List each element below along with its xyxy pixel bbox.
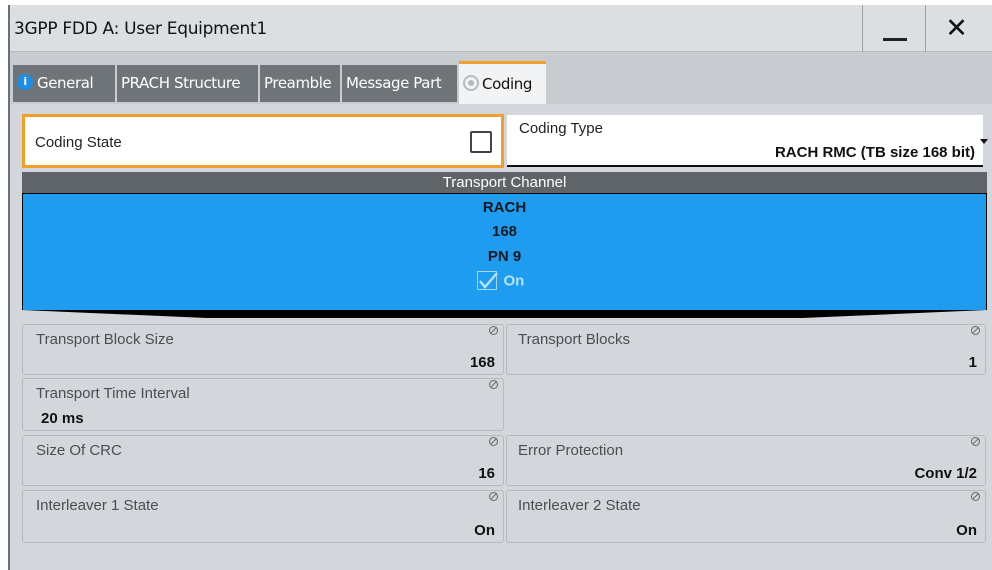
close-icon: ✕ (945, 13, 968, 43)
coding-type-label: Coding Type (519, 120, 603, 137)
tab-general-label: General (37, 74, 94, 92)
error-protection-label: Error Protection (518, 442, 624, 459)
minimize-icon (883, 38, 907, 41)
interleaver-2-state-field[interactable]: Interleaver 2 State On (506, 490, 986, 543)
size-of-crc-value: 16 (478, 465, 495, 482)
read-only-icon (971, 437, 980, 446)
transport-time-interval-label: Transport Time Interval (36, 385, 190, 402)
interleaver-1-state-label: Interleaver 1 State (36, 497, 159, 514)
transport-time-interval-value: 20 ms (41, 410, 84, 427)
transport-blocks-label: Transport Blocks (518, 331, 630, 348)
transport-block-size-field[interactable]: Transport Block Size 168 (22, 324, 504, 375)
tab-coding-label: Coding (482, 75, 532, 93)
title-bar: 3GPP FDD A: User Equipment1 ✕ (10, 5, 992, 52)
transport-blocks-value: 1 (968, 354, 977, 371)
channel-data-source: PN 9 (487, 248, 522, 265)
transport-time-interval-field[interactable]: Transport Time Interval 20 ms (22, 378, 504, 431)
channel-on-label: On (503, 272, 525, 290)
error-protection-field[interactable]: Error Protection Conv 1/2 (506, 435, 986, 486)
window-title: 3GPP FDD A: User Equipment1 (14, 19, 267, 39)
error-protection-value: Conv 1/2 (914, 465, 977, 482)
interleaver-2-state-label: Interleaver 2 State (518, 497, 641, 514)
transport-block-size-label: Transport Block Size (36, 331, 174, 348)
transport-channel-block[interactable]: RACH 168 PN 9 On (22, 193, 987, 310)
read-only-icon (971, 492, 980, 501)
tab-message-part[interactable]: Message Part (342, 65, 457, 102)
info-icon: i (17, 74, 33, 90)
read-only-icon (971, 326, 980, 335)
tab-prach-structure-label: PRACH Structure (121, 74, 241, 92)
read-only-icon (489, 326, 498, 335)
transport-channel-bottom-edge (22, 310, 987, 318)
chevron-down-icon (980, 139, 988, 144)
tab-coding[interactable]: Coding (459, 61, 546, 104)
tab-preamble[interactable]: Preamble (260, 65, 340, 102)
tab-message-part-label: Message Part (346, 74, 442, 92)
transport-block-size-value: 168 (469, 354, 495, 371)
coding-panel: Coding State Coding Type RACH RMC (TB si… (10, 104, 992, 570)
minimize-button[interactable] (862, 5, 924, 52)
state-ring-icon (463, 75, 479, 91)
tab-prach-structure[interactable]: PRACH Structure (117, 65, 258, 102)
read-only-icon (489, 437, 498, 446)
read-only-icon (489, 380, 498, 389)
channel-type: RACH (482, 199, 527, 216)
coding-state-label: Coding State (35, 134, 122, 151)
size-of-crc-label: Size Of CRC (36, 442, 122, 459)
interleaver-2-state-value: On (956, 522, 977, 539)
checkmark-icon (477, 271, 498, 290)
channel-on-toggle[interactable]: On (477, 271, 524, 293)
tab-general[interactable]: i General (13, 65, 115, 102)
interleaver-1-state-field[interactable]: Interleaver 1 State On (22, 490, 504, 543)
transport-blocks-field[interactable]: Transport Blocks 1 (506, 324, 986, 375)
dialog-window: 3GPP FDD A: User Equipment1 ✕ i General P… (8, 5, 992, 570)
tab-bar: i General PRACH Structure Preamble Messag… (10, 52, 992, 104)
size-of-crc-field[interactable]: Size Of CRC 16 (22, 435, 504, 486)
read-only-icon (489, 492, 498, 501)
interleaver-1-state-value: On (474, 522, 495, 539)
coding-state-field[interactable]: Coding State (22, 114, 504, 168)
transport-channel-header: Transport Channel (22, 172, 987, 193)
tab-preamble-label: Preamble (264, 74, 332, 92)
coding-state-checkbox[interactable] (470, 131, 492, 153)
coding-type-dropdown[interactable]: Coding Type RACH RMC (TB size 168 bit) (507, 115, 988, 167)
coding-type-value: RACH RMC (TB size 168 bit) (774, 144, 975, 161)
close-button[interactable]: ✕ (925, 5, 987, 52)
channel-size: 168 (491, 223, 518, 240)
